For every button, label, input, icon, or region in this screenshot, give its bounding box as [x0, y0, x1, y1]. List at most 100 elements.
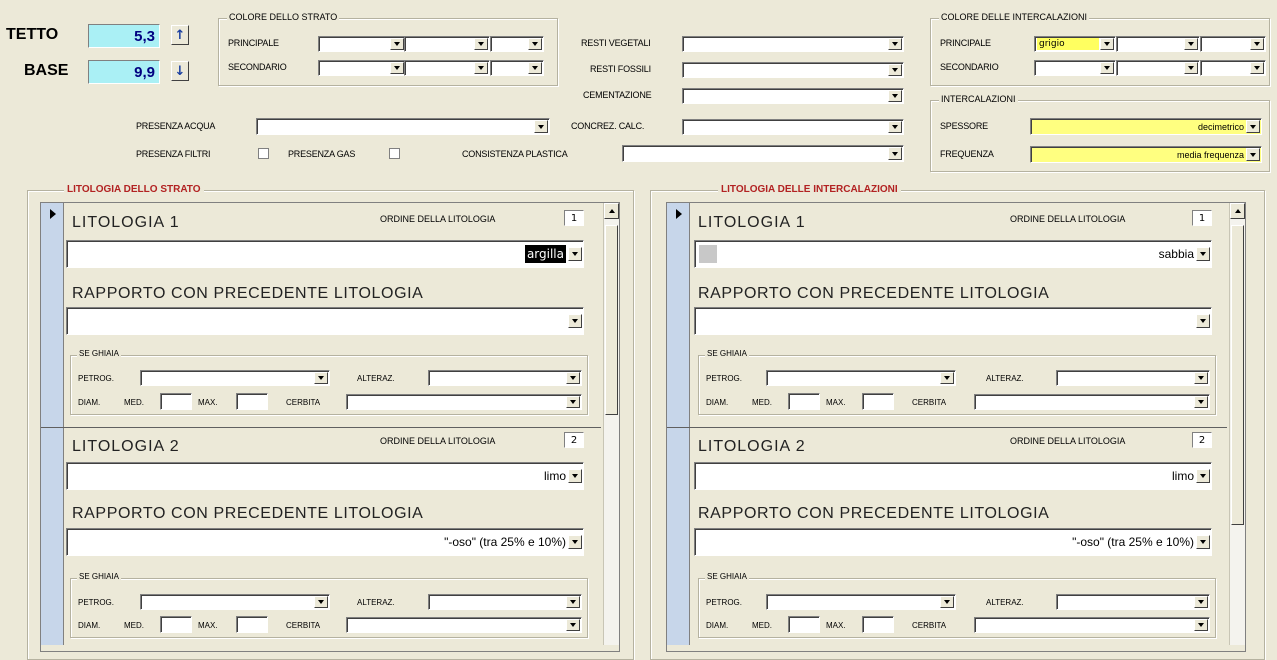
resti-vegetali-label: RESTI VEGETALI: [581, 38, 651, 48]
ordine-field-2[interactable]: 2: [564, 432, 584, 448]
alteraz-label: ALTERAZ.: [986, 598, 1024, 607]
diam-med-field[interactable]: [788, 616, 820, 633]
petrog-combo[interactable]: [766, 370, 956, 386]
resti-fossili-combo[interactable]: [682, 62, 904, 78]
petrog-combo[interactable]: [766, 594, 956, 610]
rapporto-heading-2: RAPPORTO CON PRECEDENTE LITOLOGIA: [698, 505, 1050, 522]
diam-max-field[interactable]: [862, 393, 894, 410]
interc-secondario-2[interactable]: [1116, 60, 1200, 76]
litologia-1-combo[interactable]: sabbia: [694, 240, 1212, 268]
rapporto-2-value: "-oso" (tra 25% e 10%): [444, 535, 566, 549]
base-field[interactable]: 9,9: [88, 60, 160, 84]
petrog-combo[interactable]: [140, 370, 330, 386]
diam-med-field[interactable]: [788, 393, 820, 410]
se-ghiaia-title: SE GHIAIA: [77, 349, 122, 358]
colore-secondario-1[interactable]: [318, 60, 406, 76]
litologia-2-value: limo: [1171, 469, 1194, 483]
intercalazioni-title: INTERCALAZIONI: [939, 94, 1018, 104]
alteraz-label: ALTERAZ.: [357, 598, 395, 607]
rapporto-2-combo[interactable]: "-oso" (tra 25% e 10%): [694, 528, 1212, 556]
scroll-thumb[interactable]: [605, 225, 618, 415]
litologia-2-combo[interactable]: limo: [66, 462, 584, 490]
alteraz-combo[interactable]: [428, 370, 582, 386]
frequenza-value: media frequenza: [1176, 149, 1244, 160]
alteraz-combo[interactable]: [1056, 594, 1210, 610]
litologia-interc-title: LITOLOGIA DELLE INTERCALAZIONI: [718, 184, 901, 195]
consistenza-label: CONSISTENZA PLASTICA: [462, 149, 568, 159]
tetto-label: TETTO: [6, 26, 59, 43]
interc-principale-3[interactable]: [1200, 36, 1266, 52]
spessore-value: decimetrico: [1197, 121, 1244, 132]
ordine-field-2[interactable]: 2: [1192, 432, 1212, 448]
resti-vegetali-combo[interactable]: [682, 36, 904, 52]
record-selector-left[interactable]: [41, 203, 64, 645]
tetto-field[interactable]: 5,3: [88, 24, 160, 48]
colore-principale-3[interactable]: [490, 36, 544, 52]
cerbita-label: CERBITA: [286, 621, 321, 630]
cerbita-combo[interactable]: [974, 394, 1210, 410]
diam-label: DIAM.: [78, 621, 101, 630]
litologia-2-value: limo: [543, 469, 566, 483]
cerbita-combo[interactable]: [974, 617, 1210, 633]
tetto-up-button[interactable]: ↑: [171, 25, 189, 45]
diam-med-field[interactable]: [160, 616, 192, 633]
interc-principale-label: PRINCIPALE: [940, 38, 991, 48]
cerbita-label: CERBITA: [912, 398, 947, 407]
cerbita-combo[interactable]: [346, 394, 582, 410]
rapporto-1-combo[interactable]: [66, 307, 584, 335]
scroll-thumb[interactable]: [1231, 225, 1244, 525]
rapporto-2-combo[interactable]: "-oso" (tra 25% e 10%): [66, 528, 584, 556]
interc-secondario-3[interactable]: [1200, 60, 1266, 76]
colore-secondario-3[interactable]: [490, 60, 544, 76]
frequenza-combo[interactable]: media frequenza: [1030, 146, 1262, 163]
alteraz-label: ALTERAZ.: [357, 374, 395, 383]
concrez-combo[interactable]: [682, 119, 904, 135]
colore-principale-1[interactable]: [318, 36, 406, 52]
right-vertical-scrollbar[interactable]: [1229, 203, 1245, 645]
interc-principale-value: grigio: [1037, 38, 1099, 50]
left-vertical-scrollbar[interactable]: [603, 203, 619, 645]
ordine-label-1: ORDINE DELLA LITOLOGIA: [1010, 214, 1126, 224]
presenza-gas-checkbox[interactable]: [389, 148, 400, 159]
colore-secondario-2[interactable]: [404, 60, 490, 76]
cementazione-combo[interactable]: [682, 88, 904, 104]
presenza-filtri-checkbox[interactable]: [258, 148, 269, 159]
scroll-up-icon[interactable]: [604, 203, 619, 219]
cerbita-combo[interactable]: [346, 617, 582, 633]
diam-label: DIAM.: [78, 398, 101, 407]
diam-max-field[interactable]: [862, 616, 894, 633]
spessore-label: SPESSORE: [940, 121, 988, 131]
litologia-2-combo[interactable]: limo: [694, 462, 1212, 490]
cerbita-label: CERBITA: [912, 621, 947, 630]
scroll-up-icon[interactable]: [1230, 203, 1245, 219]
max-label: MAX.: [826, 621, 846, 630]
rapporto-heading-2: RAPPORTO CON PRECEDENTE LITOLOGIA: [72, 505, 424, 522]
ordine-field-1[interactable]: 1: [564, 210, 584, 226]
base-down-button[interactable]: ↓: [171, 61, 189, 81]
diam-med-field[interactable]: [160, 393, 192, 410]
diam-max-field[interactable]: [236, 393, 268, 410]
petrog-combo[interactable]: [140, 594, 330, 610]
resti-fossili-label: RESTI FOSSILI: [590, 64, 651, 74]
interc-principale-2[interactable]: [1116, 36, 1200, 52]
cementazione-label: CEMENTAZIONE: [583, 90, 652, 100]
spessore-combo[interactable]: decimetrico: [1030, 118, 1262, 135]
litologia-1-combo[interactable]: argilla: [66, 240, 584, 268]
alteraz-combo[interactable]: [1056, 370, 1210, 386]
litologia-2-heading: LITOLOGIA 2: [698, 438, 806, 455]
ordine-field-1[interactable]: 1: [1192, 210, 1212, 226]
diam-max-field[interactable]: [236, 616, 268, 633]
interc-principale-1[interactable]: grigio: [1034, 36, 1116, 52]
arrow-up-icon: ↑: [174, 27, 186, 43]
record-selector-right[interactable]: [667, 203, 690, 645]
interc-secondario-1[interactable]: [1034, 60, 1116, 76]
consistenza-combo[interactable]: [622, 145, 904, 162]
rapporto-1-combo[interactable]: [694, 307, 1212, 335]
alteraz-combo[interactable]: [428, 594, 582, 610]
diam-label: DIAM.: [706, 621, 729, 630]
max-label: MAX.: [198, 621, 218, 630]
concrez-label: CONCREZ. CALC.: [571, 121, 645, 131]
colore-principale-2[interactable]: [404, 36, 490, 52]
presenza-acqua-combo[interactable]: [256, 118, 550, 135]
litologia-1-value: sabbia: [1158, 247, 1194, 261]
